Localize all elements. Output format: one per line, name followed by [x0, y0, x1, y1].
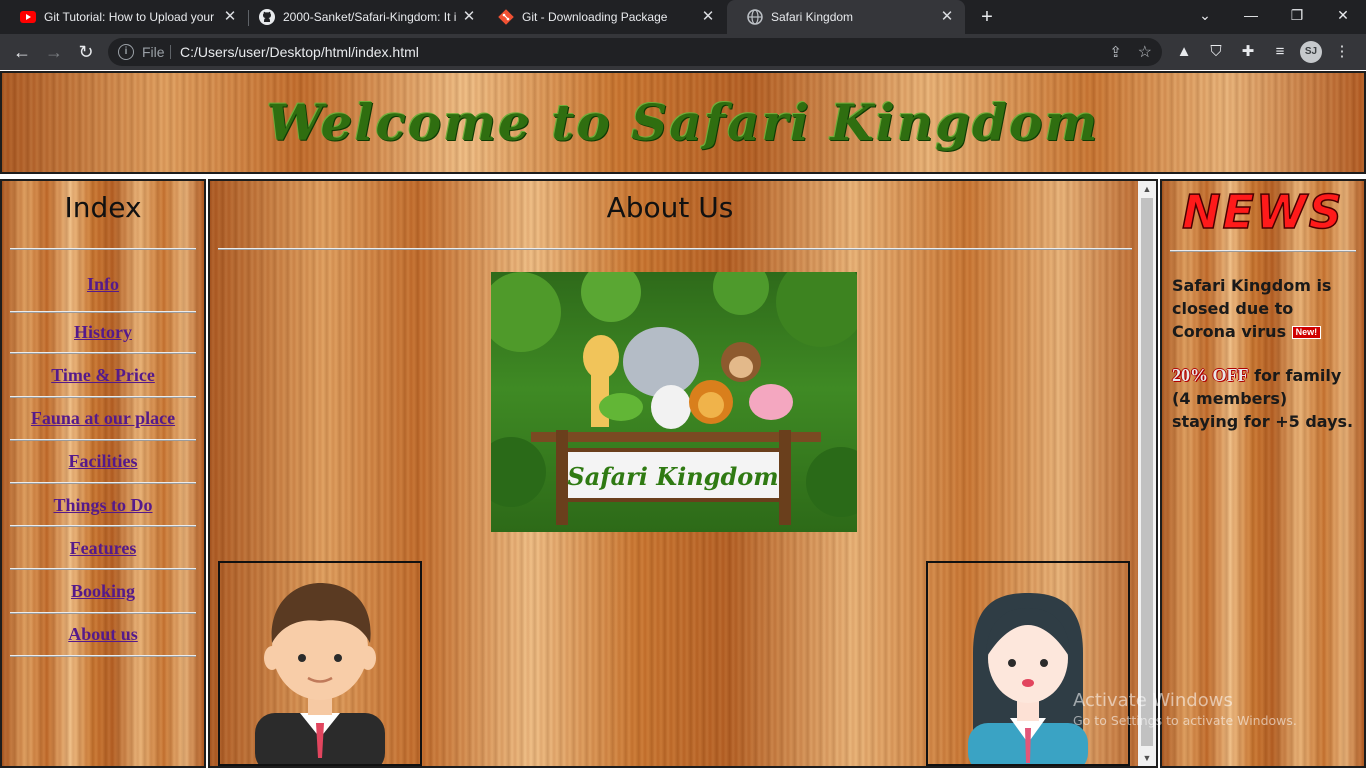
address-bar[interactable]: i File C:/Users/user/Desktop/html/index.…: [108, 38, 1162, 66]
close-tab-icon[interactable]: ✕: [700, 9, 716, 25]
divider: [10, 568, 196, 570]
page-title: Welcome to Safari Kingdom: [266, 93, 1100, 152]
browser-toolbar: ← → ↻ i File C:/Users/user/Desktop/html/…: [0, 34, 1366, 70]
profile-avatar[interactable]: SJ: [1300, 41, 1322, 63]
staff-avatar-male: [218, 561, 422, 766]
puzzle-extensions-icon[interactable]: ✚: [1238, 42, 1258, 62]
windows-activation-watermark: Activate Windows Go to Settings to activ…: [1073, 690, 1297, 728]
divider: [218, 248, 1132, 250]
divider: [10, 525, 196, 527]
info-icon[interactable]: i: [118, 44, 134, 60]
scroll-down-arrow-icon[interactable]: ▼: [1138, 750, 1156, 766]
url-text[interactable]: C:/Users/user/Desktop/html/index.html: [180, 44, 419, 60]
discount-highlight: 20% OFF: [1172, 365, 1249, 385]
nav-link-info[interactable]: Info: [2, 274, 204, 295]
back-button[interactable]: ←: [10, 40, 34, 64]
scroll-up-arrow-icon[interactable]: ▲: [1138, 181, 1156, 197]
tab-git-download[interactable]: Git - Downloading Package ✕: [478, 0, 726, 34]
minimize-button[interactable]: ―: [1228, 0, 1274, 30]
tab-search-icon[interactable]: ⌄: [1182, 0, 1228, 30]
nav-link-time-price[interactable]: Time & Price: [2, 365, 204, 386]
nav-link-features[interactable]: Features: [2, 538, 204, 559]
index-frame: Index Info History Time & Price Fauna at…: [0, 179, 206, 768]
page-viewport: Welcome to Safari Kingdom Index Info His…: [0, 70, 1366, 768]
forward-button[interactable]: →: [42, 40, 66, 64]
index-heading: Index: [64, 191, 142, 224]
staff-avatar-female: [926, 561, 1130, 766]
tab-title: Git Tutorial: How to Upload your: [44, 10, 215, 24]
content-frame: About Us Safari Kingdom ▲ ▼: [208, 179, 1158, 768]
divider: [10, 311, 196, 313]
menu-kebab-icon[interactable]: ⋮: [1332, 42, 1352, 62]
media-queue-icon[interactable]: ≡: [1270, 42, 1290, 62]
divider: [1170, 250, 1356, 252]
divider: [10, 482, 196, 484]
divider: [10, 396, 196, 398]
nav-link-things-to-do[interactable]: Things to Do: [2, 495, 204, 516]
scroll-thumb[interactable]: [1141, 198, 1153, 746]
tab-strip: Git Tutorial: How to Upload your ✕ 2000-…: [0, 0, 1366, 34]
nav-link-fauna[interactable]: Fauna at our place: [2, 408, 204, 429]
close-tab-icon[interactable]: ✕: [939, 9, 955, 25]
news-item-corona: Safari Kingdom is closed due to Corona v…: [1172, 274, 1358, 343]
close-tab-icon[interactable]: ✕: [461, 9, 477, 25]
divider: [10, 248, 196, 250]
content-scrollbar[interactable]: ▲ ▼: [1138, 181, 1156, 766]
about-heading: About Us: [606, 191, 734, 224]
nav-link-facilities[interactable]: Facilities: [2, 451, 204, 472]
close-tab-icon[interactable]: ✕: [222, 9, 238, 25]
tab-safari-kingdom[interactable]: Safari Kingdom ✕: [727, 0, 965, 34]
news-heading: NEWS: [1181, 184, 1344, 240]
safari-image-caption: Safari Kingdom: [567, 462, 778, 491]
tab-title: Git - Downloading Package: [522, 10, 668, 24]
safari-animals-image: Safari Kingdom: [491, 272, 857, 532]
share-icon[interactable]: ⇪: [1109, 43, 1122, 61]
tab-github[interactable]: 2000-Sanket/Safari-Kingdom: It i ✕: [239, 0, 487, 34]
git-icon: [498, 9, 514, 25]
close-window-button[interactable]: ✕: [1320, 0, 1366, 30]
shield-icon[interactable]: ⛉: [1206, 42, 1226, 62]
divider: [10, 655, 196, 657]
news-item-discount: 20% OFF for family (4 members) staying f…: [1172, 364, 1358, 433]
bookmark-star-icon[interactable]: ☆: [1138, 42, 1152, 62]
watermark-line1: Activate Windows: [1073, 690, 1233, 711]
header-frame: Welcome to Safari Kingdom: [0, 71, 1366, 174]
divider: [10, 439, 196, 441]
divider: [10, 352, 196, 354]
github-icon: [259, 9, 275, 25]
new-tab-button[interactable]: +: [976, 6, 998, 28]
scheme-label: File: [142, 44, 165, 60]
divider: [170, 45, 171, 59]
restore-button[interactable]: ❐: [1274, 0, 1320, 30]
globe-icon: [747, 9, 763, 25]
reload-button[interactable]: ↻: [74, 40, 98, 64]
nav-link-booking[interactable]: Booking: [2, 581, 204, 602]
new-badge: New!: [1291, 326, 1322, 339]
watermark-line2: Go to Settings to activate Windows.: [1073, 713, 1297, 728]
tab-title: 2000-Sanket/Safari-Kingdom: It i: [283, 10, 457, 24]
divider: [10, 612, 196, 614]
extension-triangle-icon[interactable]: ▲: [1174, 42, 1194, 62]
nav-link-about-us[interactable]: About us: [2, 624, 204, 645]
tab-title: Safari Kingdom: [771, 10, 854, 24]
news-frame: NEWS Safari Kingdom is closed due to Cor…: [1160, 179, 1366, 768]
youtube-icon: [20, 9, 36, 25]
tab-git-tutorial[interactable]: Git Tutorial: How to Upload your ✕: [0, 0, 248, 34]
nav-link-history[interactable]: History: [2, 322, 204, 343]
